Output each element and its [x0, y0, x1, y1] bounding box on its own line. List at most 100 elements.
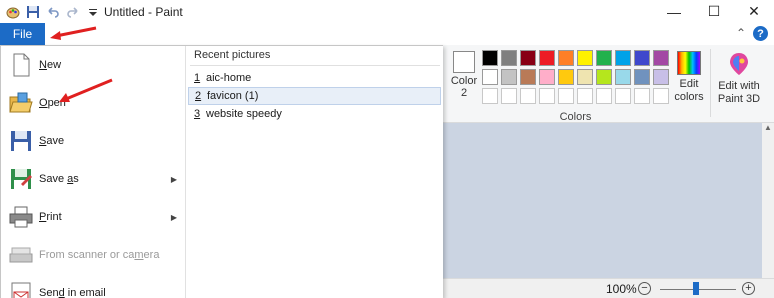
recent-item-number: 1	[194, 72, 201, 84]
zoom-in-button[interactable]: +	[742, 282, 755, 295]
palette-color-swatch[interactable]	[539, 88, 555, 104]
submenu-arrow-icon: ▶	[170, 212, 177, 222]
menu-item-from-scanner: From scanner or camera	[1, 236, 185, 274]
menu-item-label: Save as	[39, 173, 79, 185]
palette-color-swatch[interactable]	[653, 50, 669, 66]
color-palette	[482, 50, 669, 104]
file-tab[interactable]: File	[0, 23, 45, 45]
palette-color-swatch[interactable]	[653, 69, 669, 85]
maximize-button[interactable]: ☐	[694, 0, 734, 23]
palette-color-swatch[interactable]	[558, 69, 574, 85]
palette-color-swatch[interactable]	[596, 50, 612, 66]
zoom-level: 100%	[606, 282, 637, 296]
new-document-icon	[8, 52, 34, 78]
menu-label-rest: pen	[47, 97, 66, 109]
vertical-scrollbar[interactable]: ▲	[762, 123, 774, 278]
palette-color-swatch[interactable]	[558, 50, 574, 66]
palette-color-swatch[interactable]	[615, 50, 631, 66]
palette-color-swatch[interactable]	[634, 88, 650, 104]
menu-label-rest: in email	[64, 287, 106, 298]
color2-swatch	[453, 51, 475, 73]
recent-item-3[interactable]: 3 website speedy	[188, 105, 441, 123]
palette-color-swatch[interactable]	[520, 50, 536, 66]
palette-color-swatch[interactable]	[539, 69, 555, 85]
window-controls: — ☐ ✕	[654, 0, 774, 23]
menu-label-rest: s	[73, 173, 79, 185]
palette-color-swatch[interactable]	[520, 88, 536, 104]
edit3d-label-line1: Edit with	[718, 80, 760, 92]
palette-color-swatch[interactable]	[520, 69, 536, 85]
recent-pictures-title: Recent pictures	[194, 49, 271, 61]
paint3d-icon	[728, 51, 750, 77]
menu-label-rest: era	[143, 249, 160, 261]
palette-color-swatch[interactable]	[482, 88, 498, 104]
palette-color-swatch[interactable]	[539, 50, 555, 66]
title-bar: Untitled - Paint — ☐ ✕	[0, 0, 774, 23]
save-as-icon	[8, 166, 34, 192]
recent-pictures-panel: Recent pictures 1 aic-home 2 favicon (1)…	[186, 46, 443, 298]
help-icon[interactable]: ?	[753, 26, 768, 41]
edit-with-paint3d-button[interactable]: Edit with Paint 3D	[714, 51, 764, 106]
palette-color-swatch[interactable]	[577, 50, 593, 66]
collapse-ribbon-icon[interactable]: ⌃	[736, 26, 746, 40]
open-folder-icon	[8, 90, 34, 116]
minimize-button[interactable]: —	[654, 0, 694, 23]
paint-app-icon[interactable]	[6, 5, 20, 19]
palette-color-swatch[interactable]	[558, 88, 574, 104]
menu-item-label: From scanner or camera	[39, 249, 160, 261]
palette-color-swatch[interactable]	[634, 69, 650, 85]
palette-color-swatch[interactable]	[577, 69, 593, 85]
edit-colors-icon	[677, 51, 701, 75]
menu-label-rest: ew	[46, 59, 62, 71]
colors-group-label: Colors	[559, 111, 592, 123]
menu-item-save-as[interactable]: Save as ▶	[1, 160, 185, 198]
customize-toolbar-icon[interactable]	[86, 5, 100, 19]
palette-color-swatch[interactable]	[501, 69, 517, 85]
palette-color-swatch[interactable]	[615, 69, 631, 85]
menu-item-label: Save	[39, 135, 65, 147]
undo-icon[interactable]	[46, 5, 60, 19]
menu-item-print[interactable]: Print ▶	[1, 198, 185, 236]
palette-color-swatch[interactable]	[501, 50, 517, 66]
scroll-up-icon[interactable]: ▲	[762, 123, 774, 132]
recent-item-name: favicon (1)	[207, 90, 259, 102]
palette-color-swatch[interactable]	[596, 69, 612, 85]
menu-item-send-email[interactable]: Send in email	[1, 274, 185, 298]
recent-item-name: aic-home	[206, 72, 252, 84]
palette-color-swatch[interactable]	[596, 88, 612, 104]
palette-color-swatch[interactable]	[482, 50, 498, 66]
ribbon-tab-row: File ⌃ ?	[0, 23, 774, 45]
palette-color-swatch[interactable]	[615, 88, 631, 104]
file-menu-commands: New Open Save Save as ▶ Print ▶ From sca…	[1, 46, 186, 298]
close-button[interactable]: ✕	[734, 0, 774, 23]
edit-colors-label-line1: Edit	[679, 78, 699, 90]
printer-icon	[8, 204, 34, 230]
recent-item-2[interactable]: 2 favicon (1)	[188, 87, 441, 105]
palette-color-swatch[interactable]	[653, 88, 669, 104]
menu-label-rest: rint	[46, 211, 62, 223]
palette-color-swatch[interactable]	[577, 88, 593, 104]
menu-item-label: Open	[39, 97, 66, 109]
edit-colors-button[interactable]: Edit colors	[672, 51, 706, 104]
menu-item-save[interactable]: Save	[1, 122, 185, 160]
zoom-slider-thumb[interactable]	[693, 282, 699, 295]
recent-item-1[interactable]: 1 aic-home	[188, 69, 441, 87]
palette-color-swatch[interactable]	[634, 50, 650, 66]
recent-item-number: 3	[194, 108, 201, 120]
ribbon-separator	[710, 49, 711, 117]
palette-color-swatch[interactable]	[482, 69, 498, 85]
color2-button[interactable]: Color 2	[449, 51, 479, 99]
color2-label-line1: Color	[450, 75, 478, 87]
menu-label-start: From scanner or ca	[39, 249, 135, 261]
zoom-out-button[interactable]: −	[638, 282, 651, 295]
edit-colors-label-line2: colors	[674, 91, 704, 103]
redo-icon[interactable]	[66, 5, 80, 19]
menu-item-open[interactable]: Open	[1, 84, 185, 122]
quick-access-toolbar	[0, 0, 100, 23]
menu-item-new[interactable]: New	[1, 46, 185, 84]
menu-label-rest: ave	[46, 135, 65, 147]
save-icon[interactable]	[26, 5, 40, 19]
email-icon	[8, 280, 34, 298]
palette-color-swatch[interactable]	[501, 88, 517, 104]
save-disk-icon	[8, 128, 34, 154]
